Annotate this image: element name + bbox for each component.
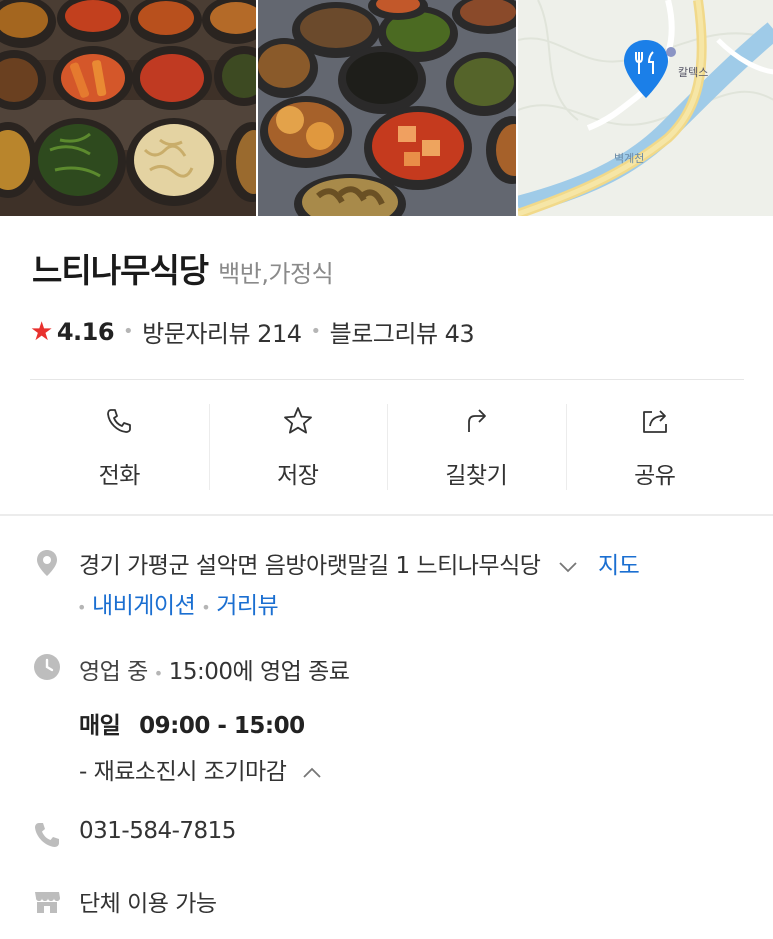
directions-arrow-icon: [468, 409, 487, 432]
phone-row: 031-584-7815: [79, 818, 236, 844]
store-icon: [35, 892, 60, 913]
closing-time: 15:00에 영업 종료: [168, 659, 350, 685]
group-availability: 단체 이용 가능: [79, 891, 217, 917]
separator-dot: •: [153, 664, 163, 683]
separator-dot: •: [77, 598, 86, 617]
address-text: 경기 가평군 설악면 음방아랫말길 1 느티나무식당: [79, 553, 541, 579]
location-pin-icon: [37, 550, 57, 576]
directions-button[interactable]: 길찾기: [387, 402, 566, 490]
map-label-stream: 벽계천: [614, 151, 644, 165]
divider: [30, 379, 744, 380]
visitor-reviews-link[interactable]: 방문자리뷰 214: [142, 314, 302, 349]
rating-value: 4.16: [56, 317, 115, 346]
business-status: 영업 중: [79, 659, 148, 685]
directions-label: 길찾기: [445, 463, 508, 489]
business-status-row: 영업 중 • 15:00에 영업 종료: [79, 652, 350, 686]
call-label: 전화: [98, 463, 141, 489]
hours-time: 09:00 - 15:00: [139, 713, 305, 739]
section-divider: [0, 514, 773, 516]
phone-icon: [107, 409, 132, 433]
map-thumbnail[interactable]: 칼텍스 벽계천: [517, 0, 773, 216]
map-link[interactable]: 지도: [598, 553, 640, 579]
blog-reviews-link[interactable]: 블로그리뷰 43: [330, 314, 475, 349]
place-name: 느티나무식당: [32, 251, 209, 290]
star-outline-icon: [283, 407, 312, 434]
banchan-photo-2[interactable]: [258, 0, 516, 216]
banchan-photo-1[interactable]: [0, 0, 257, 216]
hours-day: 매일: [79, 713, 121, 739]
map-label-station: 칼텍스: [678, 66, 708, 79]
group-row: 단체 이용 가능: [79, 884, 217, 918]
separator-dot: •: [310, 321, 322, 342]
hours-note: - 재료소진시 조기마감: [79, 759, 287, 785]
place-category: 백반,가정식: [218, 260, 334, 288]
hours-row: 매일 09:00 - 15:00: [79, 706, 305, 740]
address-links-row: • 내비게이션 • 거리뷰: [77, 586, 279, 620]
hours-note-row: - 재료소진시 조기마감: [79, 752, 325, 786]
rating-row: ★ 4.16 • 방문자리뷰 214 • 블로그리뷰 43: [30, 314, 475, 349]
separator-dot: •: [123, 321, 134, 342]
call-button[interactable]: 전화: [30, 402, 209, 490]
street-view-link[interactable]: 거리뷰: [216, 593, 278, 619]
save-button[interactable]: 저장: [208, 402, 388, 490]
phone-number[interactable]: 031-584-7815: [79, 818, 236, 844]
share-button[interactable]: 공유: [565, 402, 745, 490]
share-icon: [642, 410, 667, 433]
clock-icon: [34, 654, 60, 680]
title-row: 느티나무식당 백반,가정식: [32, 244, 334, 292]
chevron-up-icon[interactable]: [299, 760, 325, 786]
photo-strip: 칼텍스 벽계천: [0, 0, 773, 216]
star-filled-icon: ★: [30, 316, 53, 347]
chevron-down-icon[interactable]: [555, 554, 581, 580]
address-row: 경기 가평군 설악면 음방아랫말길 1 느티나무식당 지도: [79, 546, 640, 580]
save-label: 저장: [277, 463, 319, 489]
separator-dot: •: [201, 598, 211, 617]
action-bar: 전화 저장 길찾기 공유: [30, 402, 744, 490]
navigation-link[interactable]: 내비게이션: [92, 593, 196, 619]
phone-filled-icon: [35, 823, 59, 847]
share-label: 공유: [634, 463, 676, 489]
